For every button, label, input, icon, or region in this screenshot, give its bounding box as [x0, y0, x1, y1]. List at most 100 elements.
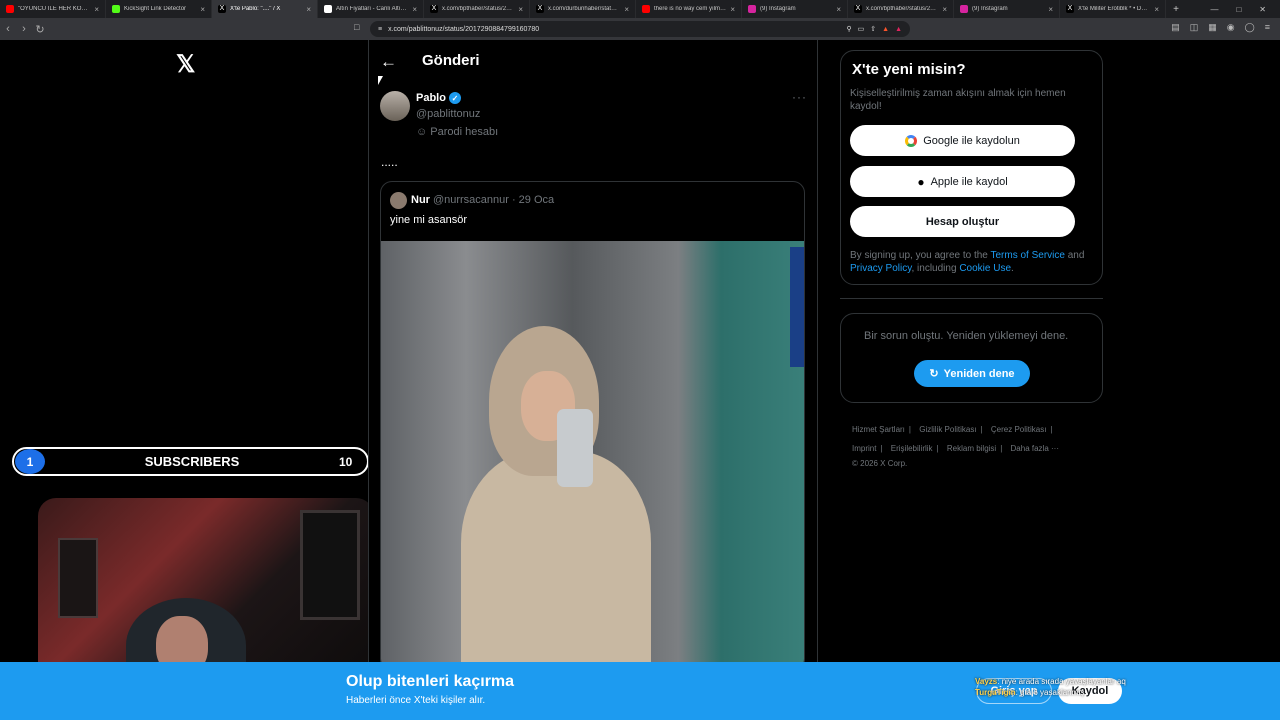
youtube-icon [642, 5, 650, 13]
browser-tab[interactable]: KickSight Link Detector × [106, 0, 212, 18]
wallet-icon[interactable]: ◉ [1227, 22, 1235, 33]
parody-label: Parodi hesabı [430, 126, 499, 138]
tab-close-icon[interactable]: × [306, 5, 311, 14]
terms-link[interactable]: Terms of Service [990, 250, 1064, 261]
address-bar[interactable]: ≡ x.com/pablittonuz/status/2017290884799… [370, 21, 910, 37]
create-account-label: Hesap oluştur [925, 215, 1000, 228]
error-message: Bir sorun oluştu. Yeniden yüklemeyi dene… [864, 330, 1069, 342]
browser-tab[interactable]: Altın Fiyatları - Canlı Altın Kuru × [318, 0, 424, 18]
x-icon: X [430, 5, 438, 13]
tab-title: (9) Instagram [760, 6, 796, 12]
copyright: © 2026 X Corp. [852, 459, 908, 468]
browser-tab[interactable]: Xx.com/bpthaber/status/20172 × [848, 0, 954, 18]
quote-media-image[interactable] [381, 241, 804, 670]
google-icon [905, 134, 918, 147]
footer-link-accessibility[interactable]: Erişilebilirlik [891, 444, 933, 453]
quote-author-handle[interactable]: @nurrsacannur [433, 194, 509, 206]
site-info-icon[interactable]: ≡ [378, 26, 382, 33]
x-logo-icon[interactable]: 𝕏 [176, 50, 195, 79]
chat-line: Vayzs: niye arada sırada yavaşlayanlar a… [975, 676, 1126, 687]
x-icon: X [218, 5, 226, 13]
browser-tab[interactable]: Xx.com/bpthaber/status/20172 × [424, 0, 530, 18]
vpn-icon[interactable]: ◯ [1245, 22, 1255, 33]
window-controls: — □ ✕ [1210, 5, 1280, 14]
instagram-icon [960, 5, 968, 13]
toolbar-right-icons: ▤ ◫ ▦ ◉ ◯ ≡ [1171, 22, 1270, 33]
forward-icon[interactable]: › [16, 23, 32, 35]
tab-close-icon[interactable]: × [412, 5, 417, 14]
footer-link-privacy[interactable]: Gizlilik Politikası [919, 425, 976, 434]
footer-link-more[interactable]: Daha fazla ··· [1011, 444, 1059, 453]
reload-icon[interactable]: ↻ [32, 23, 48, 36]
legal-text: By signing up, you agree to the Terms of… [850, 249, 1095, 275]
quote-date[interactable]: · 29 Oca [512, 194, 554, 206]
tab-close-icon[interactable]: × [942, 5, 947, 14]
more-options-icon[interactable]: ··· [792, 90, 807, 104]
reader-icon[interactable]: ▤ [1171, 22, 1180, 33]
author-name-row[interactable]: Pablo ✓ [416, 92, 461, 104]
zoom-icon[interactable]: ⚲ [846, 25, 851, 33]
close-window-icon[interactable]: ✕ [1259, 5, 1266, 14]
rewards-icon[interactable]: ▲ [895, 26, 902, 33]
back-arrow-icon[interactable]: ← [380, 52, 397, 72]
legal-and: and [1064, 250, 1085, 261]
author-name[interactable]: Pablo [416, 92, 446, 104]
menu-icon[interactable]: ≡ [1265, 22, 1270, 33]
footer-link-terms[interactable]: Hizmet Şartları [852, 425, 905, 434]
tab-close-icon[interactable]: × [730, 5, 735, 14]
extensions-icon[interactable]: ▦ [1208, 22, 1217, 33]
restore-icon[interactable]: □ [1236, 5, 1241, 14]
chat-line: TurgaTigin: gta 6 yasaklanmış [975, 687, 1126, 698]
tab-close-icon[interactable]: × [518, 5, 523, 14]
sidebar-divider [840, 298, 1103, 299]
back-icon[interactable]: ‹ [0, 23, 16, 35]
tab-close-icon[interactable]: × [836, 5, 841, 14]
browser-tab[interactable]: X X'te Militer Erotiblk * • Donsk × [1060, 0, 1166, 18]
author-handle[interactable]: @pablittonuz [416, 108, 480, 120]
new-tab-button[interactable]: + [1166, 4, 1186, 15]
tab-title: X'te Pablo: "...." / X [230, 6, 281, 12]
browser-tab[interactable]: there is no way cem yılmaz pe× [636, 0, 742, 18]
quoted-post[interactable]: Nur @nurrsacannur · 29 Oca yine mi asans… [380, 181, 805, 671]
bookmark-icon[interactable]: □ [354, 22, 359, 32]
brave-shield-icon[interactable]: ▲ [882, 26, 889, 33]
x-icon: X [536, 5, 544, 13]
footer-link-imprint[interactable]: Imprint [852, 444, 876, 453]
tab-title: (9) Instagram [972, 6, 1008, 12]
browser-tab[interactable]: (9) Instagram × [742, 0, 848, 18]
subscriber-goal: 10 [339, 454, 353, 469]
apple-signup-label: Apple ile kaydol [930, 175, 1008, 188]
legal-prefix: By signing up, you agree to the [850, 250, 991, 261]
browser-tab[interactable]: Xx.com/durbunhaber/status/20 × [530, 0, 636, 18]
cookie-link[interactable]: Cookie Use [959, 263, 1011, 274]
footer-link-cookies[interactable]: Çerez Politikası [991, 425, 1047, 434]
share-icon[interactable]: ⇧ [870, 25, 876, 33]
quote-avatar[interactable] [390, 192, 407, 209]
privacy-link[interactable]: Privacy Policy [850, 263, 912, 274]
tab-title: there is no way cem yılmaz pe [654, 6, 727, 12]
tab-title: "OYUNCU İLE HER KONUDA A [18, 6, 91, 12]
browser-tab[interactable]: X X'te Pablo: "...." / X × [212, 0, 318, 18]
browser-tab[interactable]: (9) Instagram × [954, 0, 1060, 18]
minimize-icon[interactable]: — [1210, 5, 1218, 14]
parody-mask-icon: ☺ [416, 126, 428, 138]
browser-tab[interactable]: "OYUNCU İLE HER KONUDA A× [0, 0, 106, 18]
sidebar-icon[interactable]: ◫ [1190, 22, 1199, 33]
tab-close-icon[interactable]: × [1154, 5, 1159, 14]
retry-button[interactable]: ↻ Yeniden dene [914, 360, 1030, 387]
tab-title: x.com/durbunhaber/status/20 [548, 6, 621, 12]
cast-icon[interactable]: ▭ [858, 25, 865, 33]
tab-close-icon[interactable]: × [624, 5, 629, 14]
create-account-button[interactable]: Hesap oluştur [850, 206, 1075, 237]
apple-signup-button[interactable]: ● Apple ile kaydol [850, 166, 1075, 197]
webcam-overlay [38, 498, 374, 688]
parody-label-row: ☺ Parodi hesabı [416, 126, 498, 138]
quote-header: Nur @nurrsacannur · 29 Oca [411, 194, 554, 206]
quote-author-name[interactable]: Nur [411, 194, 430, 206]
footer-link-ads[interactable]: Reklam bilgisi [947, 444, 996, 453]
tab-close-icon[interactable]: × [1048, 5, 1053, 14]
google-signup-button[interactable]: Google ile kaydolun [850, 125, 1075, 156]
tab-close-icon[interactable]: × [200, 5, 205, 14]
author-avatar[interactable] [380, 91, 410, 121]
tab-close-icon[interactable]: × [94, 5, 99, 14]
